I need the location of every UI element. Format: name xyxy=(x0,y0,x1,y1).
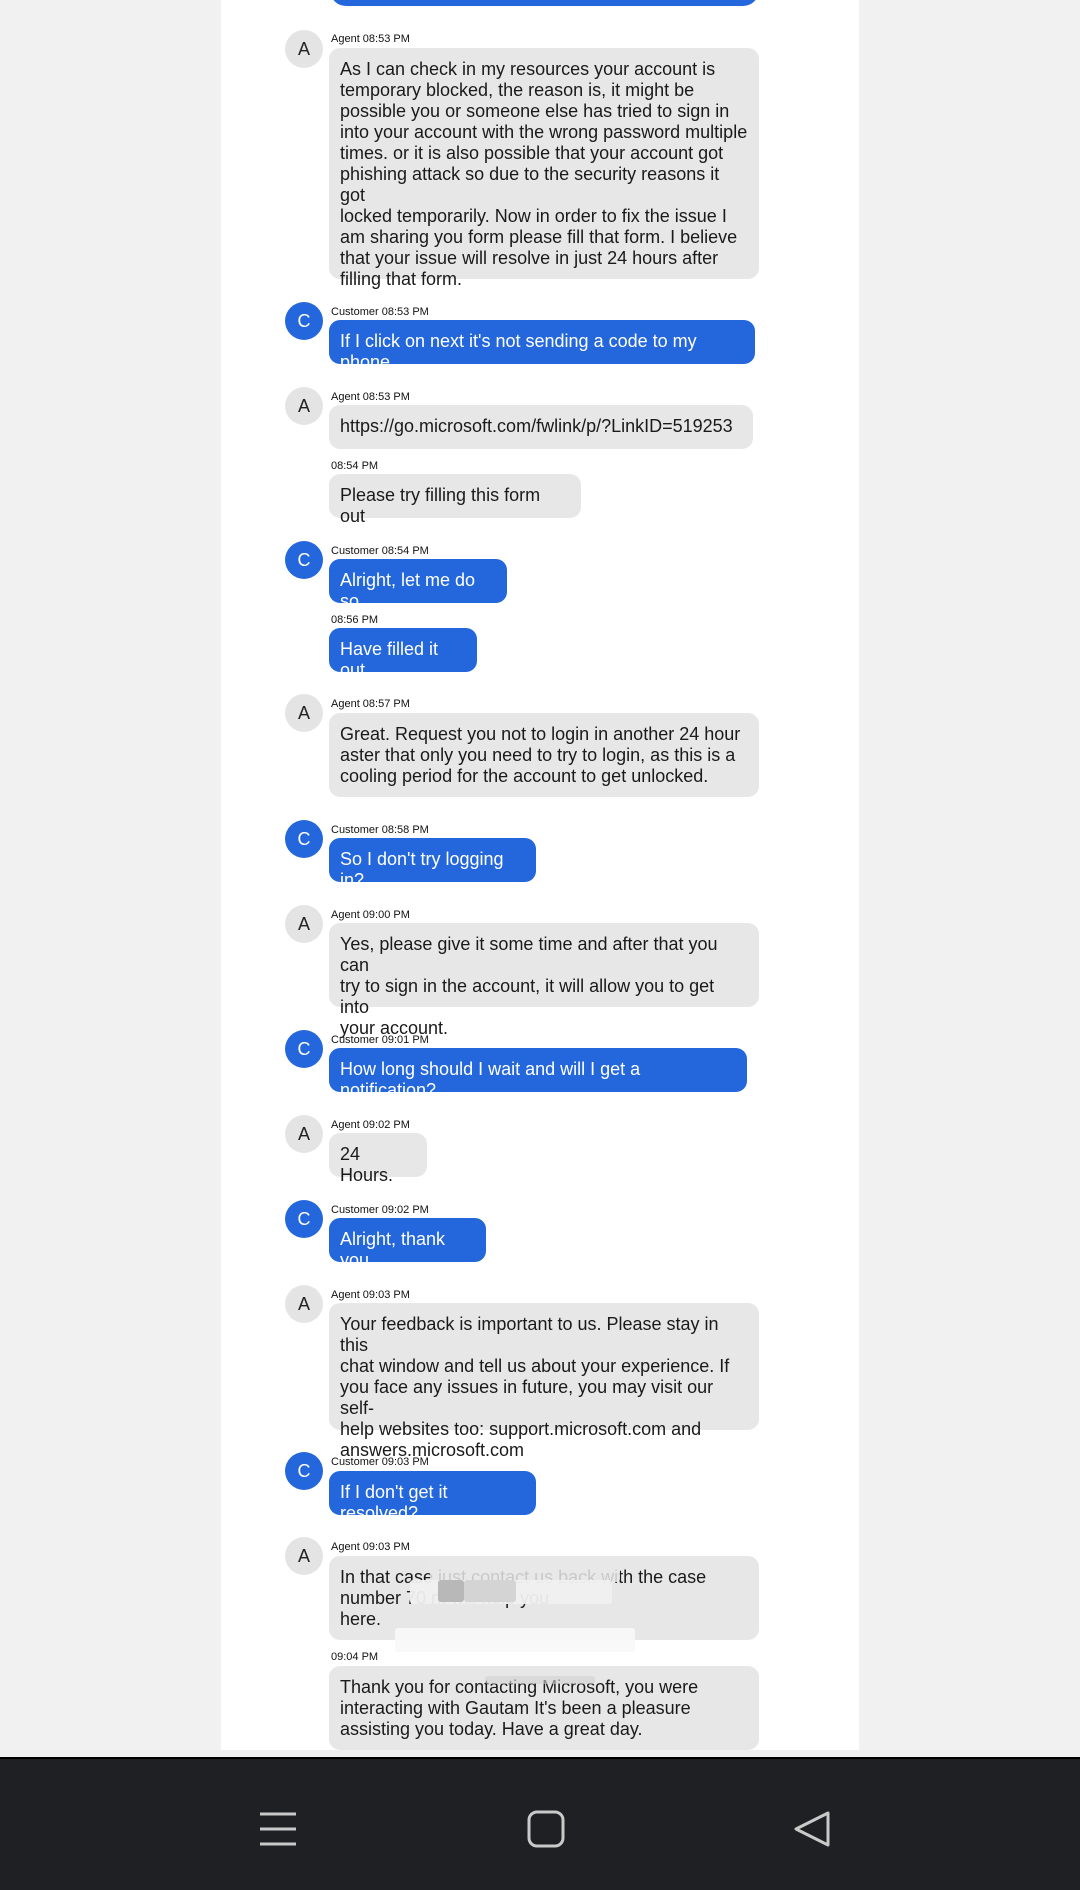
message-bubble: 24 Hours. xyxy=(329,1133,427,1185)
message-meta: Customer 09:01 PM xyxy=(331,1034,429,1046)
agent-avatar: A xyxy=(285,694,323,732)
previous-customer-bubble-edge xyxy=(330,0,759,6)
message-meta: Customer 09:02 PM xyxy=(331,1204,429,1216)
agent-avatar: A xyxy=(285,1115,323,1153)
message-bubble: Alright, thank you xyxy=(329,1218,486,1270)
home-icon[interactable] xyxy=(516,1799,576,1859)
message-meta: 08:54 PM xyxy=(331,460,379,472)
message-meta: Agent 09:00 PM xyxy=(331,909,410,921)
message-bubble: Your feedback is important to us. Please… xyxy=(329,1303,759,1460)
message-meta: Agent 08:53 PM xyxy=(331,33,410,45)
customer-avatar: C xyxy=(285,1200,323,1238)
customer-avatar: C xyxy=(285,302,323,340)
redaction-block xyxy=(464,1580,516,1602)
agent-avatar: A xyxy=(285,1285,323,1323)
message-meta: Agent 09:03 PM xyxy=(331,1289,410,1301)
message-bubble: As I can check in my resources your acco… xyxy=(329,48,759,289)
message-bubble: Have filled it out xyxy=(329,628,477,680)
customer-avatar: C xyxy=(285,541,323,579)
message-bubble: Alright, let me do so xyxy=(329,559,507,611)
message-meta: Agent 08:53 PM xyxy=(331,391,410,403)
redaction-block xyxy=(438,1580,464,1602)
redaction-blur xyxy=(485,1676,595,1684)
message-meta: 09:04 PM xyxy=(331,1651,379,1663)
customer-avatar: C xyxy=(285,1030,323,1068)
back-icon[interactable] xyxy=(782,1799,842,1859)
message-meta: Agent 09:02 PM xyxy=(331,1119,410,1131)
agent-avatar: A xyxy=(285,905,323,943)
message-bubble: How long should I wait and will I get a … xyxy=(329,1048,747,1100)
customer-avatar: C xyxy=(285,820,323,858)
system-navigation-bar xyxy=(0,1757,1080,1890)
message-meta: Customer 08:53 PM xyxy=(331,306,429,318)
message-meta: Customer 08:58 PM xyxy=(331,824,429,836)
recent-apps-icon[interactable] xyxy=(248,1799,308,1859)
message-bubble: If I click on next it's not sending a co… xyxy=(329,320,755,372)
message-bubble: If I don't get it resolved? xyxy=(329,1471,536,1523)
message-meta: 08:56 PM xyxy=(331,614,379,626)
message-link[interactable]: https://go.microsoft.com/fwlink/p/?LinkI… xyxy=(329,405,753,449)
agent-avatar: A xyxy=(285,30,323,68)
message-bubble: Great. Request you not to login in anoth… xyxy=(329,713,759,797)
message-meta: Agent 08:57 PM xyxy=(331,698,410,710)
customer-avatar: C xyxy=(285,1452,323,1490)
message-bubble: Yes, please give it some time and after … xyxy=(329,923,759,1038)
message-meta: Customer 09:03 PM xyxy=(331,1456,429,1468)
redaction-blur xyxy=(395,1628,635,1652)
agent-avatar: A xyxy=(285,387,323,425)
message-meta: Customer 08:54 PM xyxy=(331,545,429,557)
message-bubble: So I don't try logging in? xyxy=(329,838,536,890)
redaction-blur xyxy=(430,1560,620,1582)
message-bubble: Please try filling this form out xyxy=(329,474,581,526)
agent-avatar: A xyxy=(285,1537,323,1575)
message-meta: Agent 09:03 PM xyxy=(331,1541,410,1553)
